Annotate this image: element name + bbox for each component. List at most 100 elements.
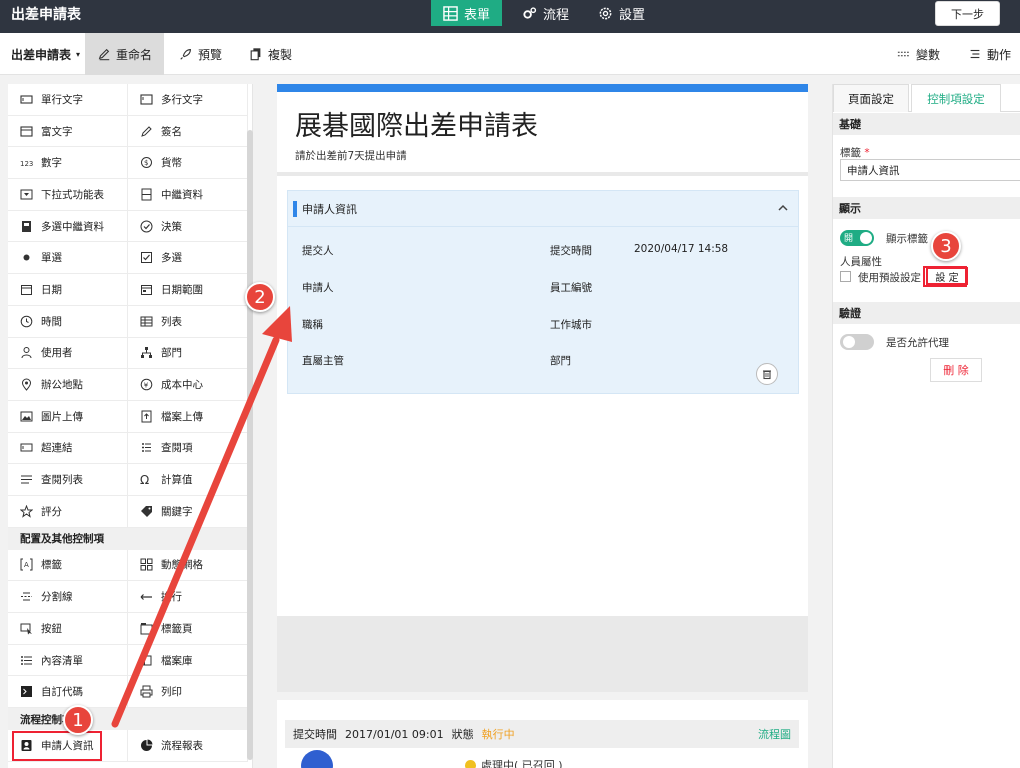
divider-icon	[20, 590, 33, 603]
palette-item[interactable]: 列表	[128, 305, 248, 338]
palette-item[interactable]: 評分	[8, 495, 128, 528]
palette-item[interactable]: 按鈕	[8, 613, 128, 645]
palette-item-label: 檔案上傳	[161, 410, 203, 423]
status-card: 提交時間 2017/01/01 09:01 狀態 執行中 流程圖 處理中( 已召…	[277, 700, 808, 768]
palette-item[interactable]: 圖片上傳	[8, 400, 128, 433]
marker-3: 3	[931, 231, 961, 261]
applicant-info-section[interactable]: 申請人資訊 提交人 提交時間 2020/04/17 14:58 申請人 員工編號…	[287, 190, 799, 394]
copy-button[interactable]: 複製	[249, 33, 292, 75]
code-icon	[20, 685, 33, 698]
palette-item[interactable]: 中繼資料	[128, 179, 248, 211]
palette-item[interactable]: 列印	[128, 676, 248, 709]
palette-item-label: 列印	[161, 686, 182, 699]
location-icon	[20, 378, 33, 391]
palette-item[interactable]: 多選	[128, 242, 248, 275]
palette-item-label: 單選	[41, 252, 62, 265]
palette-item[interactable]: 辦公地點	[8, 369, 128, 401]
palette-item[interactable]: 下拉式功能表	[8, 179, 128, 211]
tab-page-settings[interactable]: 頁面設定	[833, 84, 909, 112]
palette-item[interactable]: 標籤頁	[128, 613, 248, 645]
allow-proxy-toggle[interactable]	[840, 334, 874, 350]
palette-item[interactable]: 時間	[8, 305, 128, 338]
palette-item[interactable]: 多行文字	[128, 84, 248, 116]
rename-label: 重命名	[116, 47, 153, 62]
palette-item[interactable]: 查閱列表	[8, 464, 128, 496]
svg-text:123: 123	[20, 160, 33, 168]
palette-item-label: 自訂代碼	[41, 686, 83, 699]
palette-item[interactable]: 自訂代碼	[8, 676, 128, 709]
copy-label: 複製	[268, 47, 293, 62]
rename-button[interactable]: 重命名	[85, 33, 165, 75]
delete-section-button[interactable]	[756, 363, 778, 385]
palette-item[interactable]: 單選	[8, 242, 128, 275]
tab-page-icon	[140, 622, 153, 635]
label-input[interactable]	[840, 159, 1020, 181]
chevron-up-icon[interactable]	[776, 201, 790, 215]
svg-text:$: $	[144, 159, 148, 167]
palette-item[interactable]: 檔案庫	[128, 644, 248, 677]
palette-item-label: 分割線	[41, 591, 73, 604]
delete-button[interactable]: 刪 除	[930, 358, 982, 382]
palette-item[interactable]: 查閱項	[128, 432, 248, 465]
palette-item-label: 辦公地點	[41, 379, 83, 392]
palette-item[interactable]: $ 貨幣	[128, 147, 248, 180]
flow-chart-link[interactable]: 流程圖	[758, 726, 791, 742]
caret-down-icon: ▾	[76, 49, 81, 59]
form-title: 展碁國際出差申請表	[295, 111, 538, 142]
section-header[interactable]: 申請人資訊	[288, 191, 798, 227]
actions-button[interactable]: 動作	[968, 33, 1011, 75]
palette-item[interactable]: 分割線	[8, 581, 128, 613]
cost-center-icon: ¥	[140, 378, 153, 391]
palette-item[interactable]: 多選中繼資料	[8, 210, 128, 243]
field-employee-id: 員工編號	[550, 282, 592, 294]
palette-item[interactable]: A 標籤	[8, 549, 128, 582]
control-palette: 單行文字 多行文字 富文字 簽名 123 數字 $ 貨幣 下拉式功能表 中繼資料 多選中繼資料 決策單…	[8, 84, 253, 768]
palette-item[interactable]: 簽名	[128, 115, 248, 148]
tab-form[interactable]: 表單	[431, 0, 503, 26]
palette-item[interactable]: 超連結	[8, 432, 128, 465]
tab-settings[interactable]: 設置	[586, 0, 657, 26]
palette-item[interactable]: 檔案上傳	[128, 400, 248, 433]
palette-item[interactable]: 內容清單	[8, 644, 128, 677]
palette-item-label: 內容清單	[41, 654, 83, 667]
title-card[interactable]: 展碁國際出差申請表 請於出差前7天提出申請	[277, 92, 808, 172]
form-name-dropdown[interactable]: 出差申請表 ▾	[11, 33, 80, 75]
palette-item[interactable]: 富文字	[8, 115, 128, 148]
palette-item[interactable]: 關鍵字	[128, 495, 248, 528]
palette-item[interactable]: Ω 計算值	[128, 464, 248, 496]
variables-button[interactable]: 變數	[897, 33, 940, 75]
user-icon	[20, 346, 33, 359]
hyperlink-icon	[20, 441, 33, 454]
field-department: 部門	[550, 355, 571, 367]
print-icon	[140, 685, 153, 698]
palette-item[interactable]: 動態網格	[128, 549, 248, 582]
palette-item-label: 時間	[41, 315, 62, 328]
palette-item[interactable]: 日期	[8, 274, 128, 306]
palette-item[interactable]: 部門	[128, 337, 248, 370]
palette-item[interactable]: 換行	[128, 581, 248, 613]
tab-flow[interactable]: 流程	[510, 0, 581, 26]
top-bar: 出差申請表 表單 流程 設置 下一步	[0, 0, 1020, 33]
use-default-checkbox[interactable]	[840, 271, 851, 282]
palette-item[interactable]: 流程報表	[128, 730, 248, 762]
palette-item-label: 超連結	[41, 442, 73, 455]
palette-scrollbar[interactable]	[247, 130, 253, 760]
palette-item[interactable]: ¥ 成本中心	[128, 369, 248, 401]
preview-button[interactable]: 預覽	[179, 33, 222, 75]
form-subtitle: 請於出差前7天提出申請	[295, 150, 407, 162]
validation-section-title: 驗證	[833, 302, 1020, 324]
tab-control-settings[interactable]: 控制項設定	[911, 84, 1001, 112]
palette-item[interactable]: 決策	[128, 210, 248, 243]
department-icon	[140, 346, 153, 359]
preview-label: 預覽	[198, 47, 223, 62]
show-label-toggle[interactable]: 開	[840, 230, 874, 246]
palette-item[interactable]: 123 數字	[8, 147, 128, 180]
next-step-button[interactable]: 下一步	[935, 1, 1000, 26]
field-submit-time-value: 2020/04/17 14:58	[634, 243, 729, 255]
palette-item[interactable]: 日期範圍	[128, 274, 248, 306]
palette-item[interactable]: 單行文字	[8, 84, 128, 116]
palette-item-label: 標籤頁	[161, 622, 193, 635]
layout-controls: A 標籤 動態網格分割線 換行 按鈕 標籤頁內容清單 檔案庫自訂代碼 列印	[8, 549, 252, 709]
palette-item[interactable]: 使用者	[8, 337, 128, 370]
tab-settings-label: 設置	[619, 7, 646, 23]
